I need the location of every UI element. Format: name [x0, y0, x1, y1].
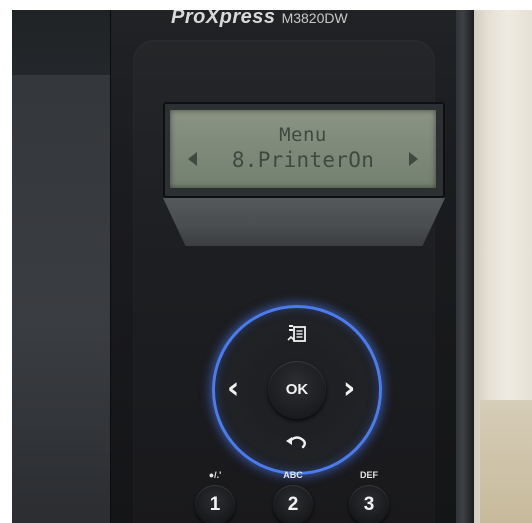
ok-button[interactable]: OK [268, 361, 326, 419]
background-floor [480, 400, 532, 523]
control-panel-face: Menu 8.PrinterOn ‹ OK › ●/.' ABC DEF 1 2… [133, 40, 445, 523]
lcd-line-1: Menu [279, 124, 327, 146]
lcd-right-arrow-icon [409, 152, 418, 166]
model-name: M3820DW [281, 10, 348, 26]
key-1-button[interactable]: 1 [195, 485, 235, 523]
key-3-label: DEF [360, 470, 378, 480]
brand-name: ProXpress [171, 10, 276, 28]
key-2-label: ABC [283, 470, 303, 480]
key-3-button[interactable]: 3 [349, 485, 389, 523]
printer-body-left [12, 10, 112, 523]
menu-icon [287, 325, 306, 342]
navigation-ring: ‹ OK › [212, 305, 382, 475]
key-2-button[interactable]: 2 [273, 485, 313, 523]
control-panel: ProXpress M3820DW Menu 8.PrinterOn ‹ OK … [110, 10, 456, 523]
left-button[interactable]: ‹ [227, 372, 251, 408]
printer-left-cover [12, 75, 112, 523]
lcd-display: Menu 8.PrinterOn [170, 110, 436, 188]
printer-branding: ProXpress M3820DW [171, 10, 431, 28]
lcd-frame: Menu 8.PrinterOn [163, 102, 445, 198]
key-1-label: ●/.' [208, 470, 222, 480]
lcd-line-2: 8.PrinterOn [231, 148, 375, 172]
menu-button[interactable] [285, 322, 309, 346]
back-button[interactable] [283, 432, 311, 456]
lcd-bevel [163, 198, 445, 246]
back-icon [286, 436, 306, 449]
photo-scene: ProXpress M3820DW Menu 8.PrinterOn ‹ OK … [12, 10, 532, 523]
right-button[interactable]: › [343, 372, 367, 408]
